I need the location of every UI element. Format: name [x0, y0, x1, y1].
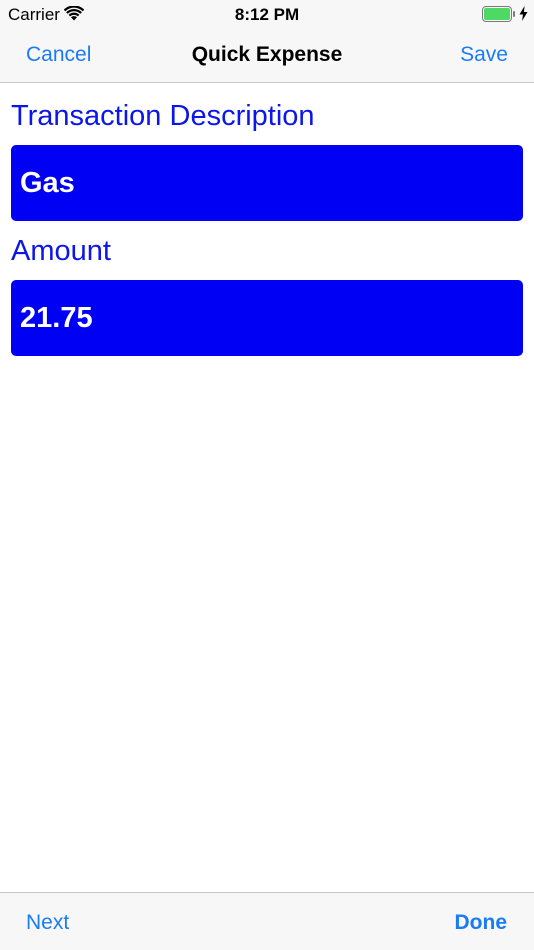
- battery-icon: [482, 6, 515, 22]
- save-button[interactable]: Save: [460, 42, 508, 68]
- description-field[interactable]: Gas: [11, 145, 523, 221]
- charging-icon: [519, 6, 528, 21]
- navigation-bar: Cancel Quick Expense Save: [0, 28, 534, 83]
- bottom-toolbar: Next Done: [0, 892, 534, 950]
- status-bar: Carrier 8:12 PM: [0, 0, 534, 28]
- amount-field[interactable]: 21.75: [11, 280, 523, 356]
- done-button[interactable]: Done: [455, 910, 508, 936]
- next-button[interactable]: Next: [26, 910, 69, 936]
- status-time: 8:12 PM: [234, 5, 300, 24]
- quick-expense-screen: Carrier 8:12 PM Cancel Quick Expense Sav…: [0, 0, 534, 950]
- amount-label: Amount: [11, 235, 111, 267]
- page-title: Quick Expense: [191, 43, 343, 66]
- description-label: Transaction Description: [11, 100, 315, 132]
